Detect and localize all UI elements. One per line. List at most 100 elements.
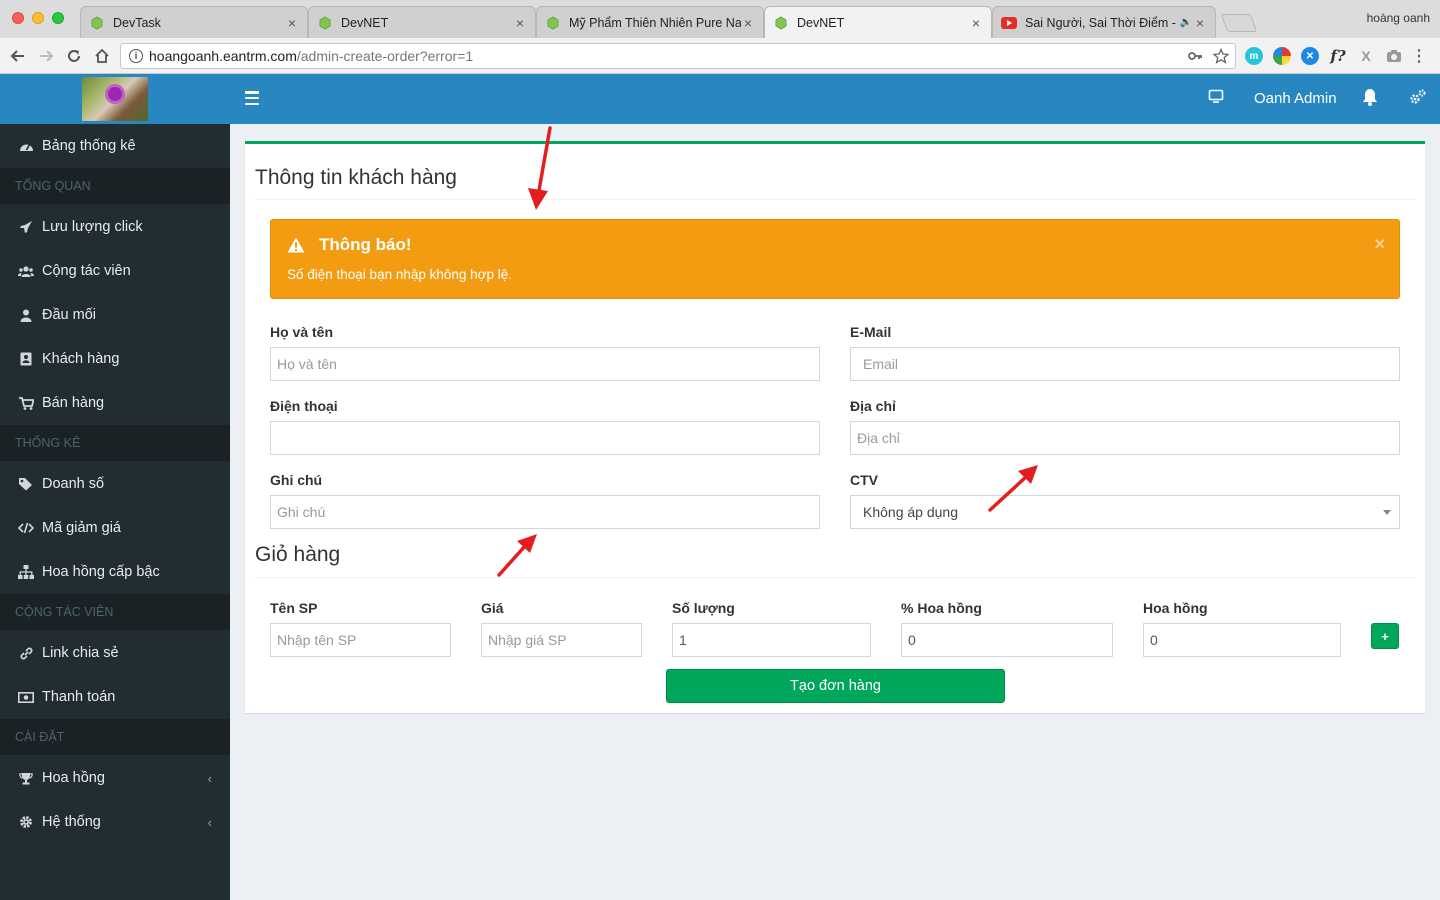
- devnet-favicon-icon: [317, 15, 333, 31]
- window-close-button[interactable]: [12, 12, 24, 24]
- address-bar[interactable]: i hoangoanh.eantrm.com/admin-create-orde…: [120, 43, 1236, 69]
- window-minimize-button[interactable]: [32, 12, 44, 24]
- url-path: /admin-create-order?error=1: [296, 48, 474, 64]
- site-info-icon[interactable]: i: [129, 49, 143, 63]
- extension-x-icon[interactable]: ✕: [1301, 47, 1319, 65]
- tab-title: DevNET: [797, 15, 845, 30]
- phone-input[interactable]: [270, 421, 820, 455]
- chevron-left-icon: ‹: [207, 770, 212, 786]
- sidebar-item-system[interactable]: Hệ thống ‹: [0, 800, 230, 844]
- browser-tab-devtask[interactable]: DevTask ×: [80, 6, 308, 38]
- quantity-input[interactable]: [672, 623, 871, 657]
- tab-close-icon[interactable]: ×: [285, 15, 299, 31]
- cog-icon: [18, 815, 34, 829]
- tab-close-icon[interactable]: ×: [969, 15, 983, 31]
- extension-formula-icon[interactable]: f?: [1329, 47, 1347, 65]
- sidebar-toggle-icon[interactable]: [245, 91, 259, 105]
- user-name[interactable]: Oanh Admin: [1254, 90, 1337, 107]
- window-zoom-button[interactable]: [52, 12, 64, 24]
- ctv-selected-value: Không áp dụng: [863, 504, 958, 520]
- commission-percent-label: % Hoa hồng: [901, 600, 982, 616]
- cart-title: Giỏ hàng: [255, 543, 341, 566]
- sidebar-item-customers[interactable]: Khách hàng: [0, 337, 230, 381]
- tags-icon: [18, 477, 34, 491]
- gears-icon[interactable]: [1409, 88, 1427, 111]
- sidebar-item-dashboard[interactable]: Bảng thống kê: [0, 124, 230, 168]
- tab-close-icon[interactable]: ×: [741, 15, 755, 31]
- sidebar-item-label: Hoa hồng cấp bậc: [42, 564, 160, 580]
- chrome-menu-icon[interactable]: ⋮: [1410, 47, 1428, 65]
- main-content: Thông tin khách hàng Thông báo! Số điện …: [230, 124, 1440, 900]
- phone-label: Điện thoại: [270, 398, 338, 414]
- app-header: Oanh Admin: [0, 74, 1440, 124]
- price-label: Giá: [481, 600, 504, 616]
- sidebar-item-label: Link chia sẻ: [42, 645, 119, 661]
- extension-m-icon[interactable]: m: [1245, 47, 1263, 65]
- extension-x2-icon[interactable]: X: [1357, 47, 1375, 65]
- bell-icon[interactable]: [1362, 88, 1378, 111]
- back-icon[interactable]: [6, 44, 30, 68]
- reload-icon[interactable]: [62, 44, 86, 68]
- chevron-left-icon: ‹: [207, 814, 212, 830]
- sidebar-item-label: Bán hàng: [42, 395, 105, 411]
- home-icon[interactable]: [90, 44, 114, 68]
- sidebar-item-share-link[interactable]: Link chia sẻ: [0, 631, 230, 675]
- sidebar-item-label: Cộng tác viên: [42, 263, 131, 279]
- ctv-select[interactable]: Không áp dụng: [850, 495, 1400, 529]
- devnet-favicon-icon: [773, 15, 789, 31]
- browser-tab-my-pham[interactable]: Mỹ Phẩm Thiên Nhiên Pure Na ×: [536, 6, 764, 38]
- warning-icon: [287, 237, 305, 253]
- sidebar-item-commission[interactable]: Hoa hồng ‹: [0, 756, 230, 800]
- commission-input[interactable]: [1143, 623, 1341, 657]
- tab-close-icon[interactable]: ×: [513, 15, 527, 31]
- sidebar-item-payment[interactable]: Thanh toán: [0, 675, 230, 719]
- sidebar-item-tier-commission[interactable]: Hoa hồng cấp bậc: [0, 550, 230, 594]
- sidebar-item-label: Đầu mối: [42, 307, 96, 323]
- users-icon: [18, 265, 34, 278]
- chrome-profile-name[interactable]: hoàng oanh: [1367, 11, 1430, 25]
- browser-tab-devnet-active[interactable]: DevNET ×: [764, 6, 992, 38]
- key-icon[interactable]: [1187, 48, 1203, 67]
- product-name-input[interactable]: [270, 623, 451, 657]
- price-input[interactable]: [481, 623, 642, 657]
- logo-area[interactable]: [0, 74, 230, 124]
- sidebar-item-label: Thanh toán: [42, 689, 116, 705]
- sidebar-item-sales[interactable]: Bán hàng: [0, 381, 230, 425]
- commission-percent-input[interactable]: [901, 623, 1113, 657]
- logo-image: [82, 77, 148, 121]
- sidebar-item-discount-codes[interactable]: Mã giảm giá: [0, 506, 230, 550]
- sitemap-icon: [18, 565, 34, 579]
- rocket-icon: [18, 220, 34, 234]
- create-order-button[interactable]: Tạo đơn hàng: [666, 669, 1005, 703]
- address-book-icon: [18, 352, 34, 366]
- name-input[interactable]: [270, 347, 820, 381]
- address-input[interactable]: [850, 421, 1400, 455]
- add-product-button[interactable]: +: [1371, 623, 1399, 649]
- sidebar-item-leads[interactable]: Đầu mối: [0, 293, 230, 337]
- sidebar-item-revenue[interactable]: Doanh số: [0, 462, 230, 506]
- sidebar-item-label: Hệ thống: [42, 814, 101, 830]
- chevron-down-icon: [1383, 510, 1391, 515]
- sidebar-item-label: Khách hàng: [42, 351, 120, 367]
- alert-title: Thông báo!: [319, 235, 412, 254]
- extension-color-icon[interactable]: [1273, 47, 1291, 65]
- sidebar-item-collaborators[interactable]: Cộng tác viên: [0, 249, 230, 293]
- alert-header: Thông báo!: [287, 235, 412, 255]
- browser-tab-devnet[interactable]: DevNET ×: [308, 6, 536, 38]
- sidebar-item-label: Mã giảm giá: [42, 520, 121, 536]
- forward-icon[interactable]: [34, 44, 58, 68]
- note-input[interactable]: [270, 495, 820, 529]
- monitor-icon[interactable]: [1208, 88, 1224, 109]
- camera-icon[interactable]: [1385, 47, 1403, 65]
- browser-tab-youtube[interactable]: Sai Người, Sai Thời Điểm - 🔈 ×: [992, 6, 1216, 38]
- alert-close-icon[interactable]: ×: [1374, 234, 1385, 255]
- bookmark-star-icon[interactable]: [1212, 47, 1230, 67]
- sidebar-section-header: TỔNG QUAN: [0, 168, 230, 204]
- alert-message: Số điện thoại bạn nhập không hợp lệ.: [287, 267, 513, 282]
- tab-close-icon[interactable]: ×: [1193, 15, 1207, 31]
- devnet-favicon-icon: [89, 15, 105, 31]
- browser-tab-bar: DevTask × DevNET × Mỹ Phẩm Thiên Nhiên P…: [0, 0, 1440, 38]
- email-input[interactable]: [850, 347, 1400, 381]
- new-tab-button[interactable]: [1220, 14, 1258, 32]
- sidebar-item-click-traffic[interactable]: Lưu lượng click: [0, 205, 230, 249]
